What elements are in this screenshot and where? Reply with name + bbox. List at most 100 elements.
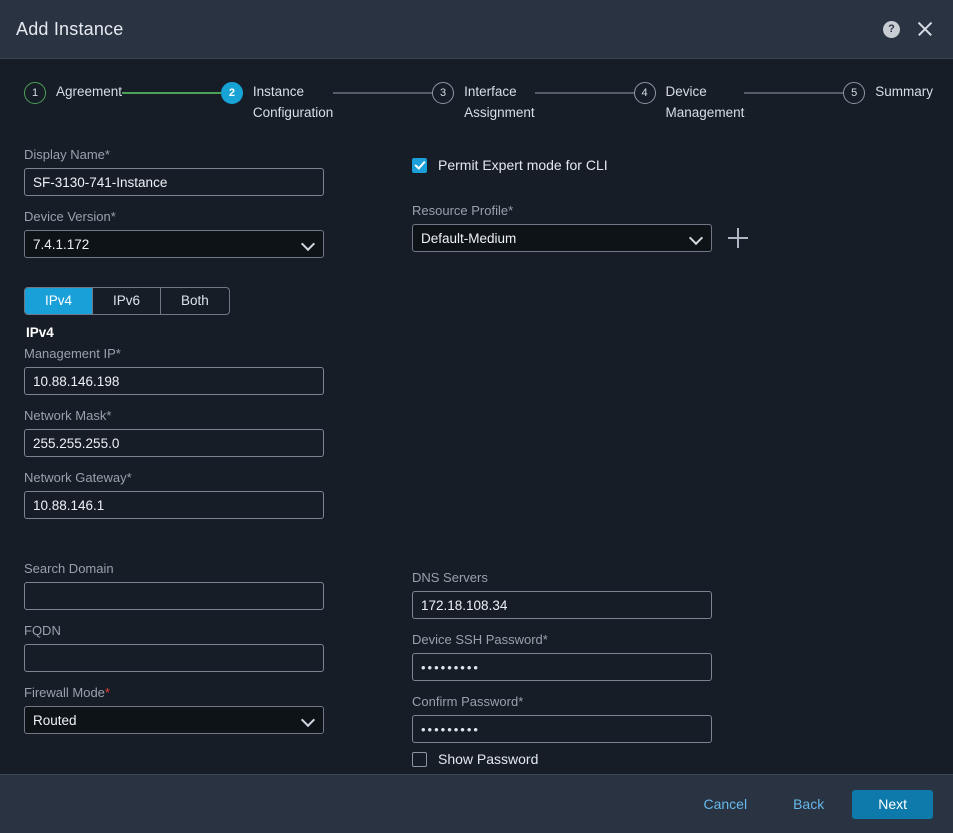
fqdn-input[interactable] [24,644,324,672]
cancel-button[interactable]: Cancel [685,790,765,818]
fqdn-label-text: FQDN [24,623,61,638]
ssh-password-required-asterisk: * [542,632,548,647]
confirm-password-field: Confirm Password* ••••••••• [412,694,772,743]
confirm-password-input[interactable]: ••••••••• [412,715,712,743]
network-gateway-field: Network Gateway* 10.88.146.1 [24,470,374,519]
titlebar-actions: ? [883,19,935,39]
device-version-label-text: Device Version [24,209,111,224]
wizard-stepper: 1 Agreement 2 Instance Configuration 3 I… [0,59,953,133]
network-mask-required-asterisk: * [106,408,112,423]
close-icon[interactable] [915,19,935,39]
resource-profile-label: Resource Profile* [412,203,772,219]
form-right-column: Permit Expert mode for CLI Resource Prof… [412,147,772,767]
step-connector-2-3 [333,92,433,94]
permit-expert-mode-row: Permit Expert mode for CLI [412,157,772,173]
ssh-password-label-text: Device SSH Password [412,632,543,647]
firewall-mode-label: Firewall Mode* [24,685,374,701]
fqdn-field: FQDN [24,623,374,672]
tab-ipv4[interactable]: IPv4 [25,288,94,314]
help-circle-icon[interactable]: ? [883,20,900,38]
dialog-footer: Cancel Back Next [0,774,953,833]
display-name-required-asterisk: * [104,147,110,162]
step-4-number[interactable]: 4 [633,82,656,104]
device-version-select[interactable]: 7.4.1.172 [24,230,324,258]
resource-profile-label-text: Resource Profile [412,203,509,218]
step-5-number[interactable]: 5 [843,82,866,104]
ssh-password-field: Device SSH Password* ••••••••• [412,632,772,681]
dns-servers-label: DNS Servers [412,570,772,586]
resource-profile-required-asterisk: * [508,203,514,218]
step-4-device-management[interactable]: 4 Device Management [633,81,745,123]
tab-both[interactable]: Both [161,288,229,314]
permit-expert-mode-label: Permit Expert mode for CLI [438,157,608,173]
network-gateway-required-asterisk: * [126,470,132,485]
dns-servers-label-text: DNS Servers [412,570,488,585]
network-mask-field: Network Mask* 255.255.255.0 [24,408,374,457]
network-mask-label: Network Mask* [24,408,374,424]
step-1-label[interactable]: Agreement [56,81,122,102]
step-2-number[interactable]: 2 [220,82,243,104]
ip-version-tabs: IPv4 IPv6 Both [24,287,230,315]
chevron-down-icon [303,239,313,249]
step-2-instance-configuration[interactable]: 2 Instance Configuration [220,81,333,123]
show-password-row: Show Password [412,751,772,767]
permit-expert-mode-checkbox[interactable] [412,157,427,173]
device-version-field: Device Version* 7.4.1.172 [24,209,374,258]
search-domain-label-text: Search Domain [24,561,114,576]
search-domain-label: Search Domain [24,561,374,577]
back-button[interactable]: Back [775,790,842,818]
resource-profile-select[interactable]: Default-Medium [412,224,712,252]
step-connector-1-2 [122,92,221,94]
add-resource-profile-icon[interactable] [728,228,748,248]
management-ip-label: Management IP* [24,346,374,362]
form-body: Display Name* SF-3130-741-Instance Devic… [0,133,953,774]
next-button[interactable]: Next [852,789,933,819]
display-name-input[interactable]: SF-3130-741-Instance [24,168,324,196]
step-1-agreement[interactable]: 1 Agreement [24,81,122,104]
step-3-number[interactable]: 3 [432,82,455,104]
step-5-summary[interactable]: 5 Summary [843,81,933,104]
device-version-required-asterisk: * [110,209,116,224]
step-1-number[interactable]: 1 [24,82,46,104]
step-3-interface-assignment[interactable]: 3 Interface Assignment [432,81,535,123]
dialog-titlebar: Add Instance ? [0,0,953,59]
add-instance-dialog: Add Instance ? 1 Agreement 2 Instance Co… [0,0,953,833]
network-gateway-label-text: Network Gateway [24,470,127,485]
form-columns: Display Name* SF-3130-741-Instance Devic… [0,147,953,767]
chevron-down-icon [303,715,313,725]
show-password-label: Show Password [438,751,539,767]
chevron-down-icon [691,233,701,243]
dns-servers-input[interactable]: 172.18.108.34 [412,591,712,619]
step-4-label[interactable]: Device Management [666,81,745,123]
firewall-mode-field: Firewall Mode* Routed [24,685,374,734]
page-title: Add Instance [16,18,124,39]
confirm-password-required-asterisk: * [518,694,524,709]
management-ip-label-text: Management IP [24,346,116,361]
step-3-label[interactable]: Interface Assignment [464,81,535,123]
display-name-label-text: Display Name [24,147,105,162]
ssh-password-input[interactable]: ••••••••• [412,653,712,681]
search-domain-field: Search Domain [24,561,374,610]
display-name-field: Display Name* SF-3130-741-Instance [24,147,374,196]
firewall-mode-label-text: Firewall Mode [24,685,105,700]
network-gateway-input[interactable]: 10.88.146.1 [24,491,324,519]
firewall-mode-select[interactable]: Routed [24,706,324,734]
resource-profile-row: Default-Medium [412,224,772,252]
network-gateway-label: Network Gateway* [24,470,374,486]
network-mask-input[interactable]: 255.255.255.0 [24,429,324,457]
show-password-checkbox[interactable] [412,751,427,767]
management-ip-input[interactable]: 10.88.146.198 [24,367,324,395]
management-ip-required-asterisk: * [115,346,121,361]
form-left-column: Display Name* SF-3130-741-Instance Devic… [24,147,374,767]
step-5-label[interactable]: Summary [875,81,933,102]
step-connector-4-5 [744,92,844,94]
ssh-password-label: Device SSH Password* [412,632,772,648]
network-mask-label-text: Network Mask [24,408,107,423]
search-domain-input[interactable] [24,582,324,610]
device-version-value: 7.4.1.172 [33,236,90,252]
resource-profile-value: Default-Medium [421,230,517,246]
right-column-spacer [412,265,772,570]
tab-ipv6[interactable]: IPv6 [93,288,162,314]
confirm-password-label: Confirm Password* [412,694,772,710]
step-2-label[interactable]: Instance Configuration [253,81,333,123]
